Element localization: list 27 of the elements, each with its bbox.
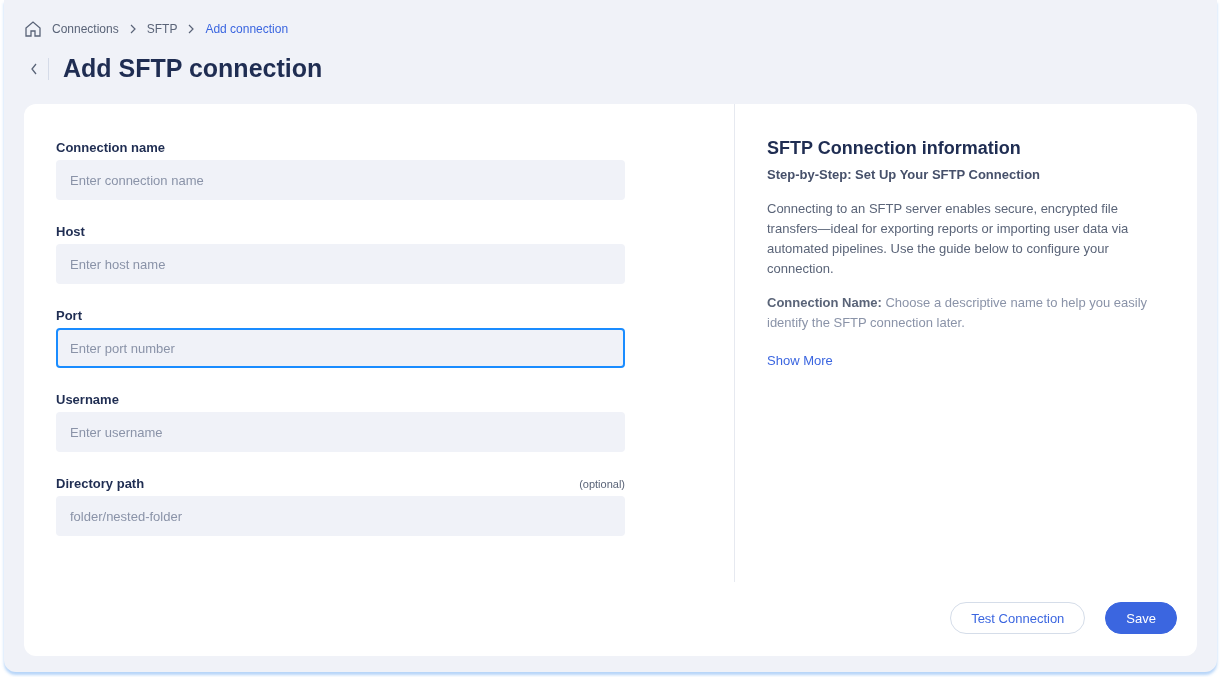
save-button[interactable]: Save <box>1105 602 1177 634</box>
home-icon[interactable] <box>24 20 42 38</box>
info-paragraph: Connection Name: Choose a descriptive name to help you easily identify the SFTP connection later. <box>767 294 1149 332</box>
field-label: Username <box>56 392 119 407</box>
input-field[interactable]: Enter username <box>56 412 625 452</box>
back-button[interactable] <box>30 57 49 80</box>
field-label: Port <box>56 308 82 323</box>
test-connection-button[interactable]: Test Connection <box>950 602 1086 634</box>
optional-hint: (optional) <box>579 478 625 490</box>
chevron-left-icon <box>30 62 38 75</box>
field-label: Connection name <box>56 140 166 155</box>
field-label: Directory path <box>56 476 145 491</box>
show-more-link[interactable]: Show More <box>767 353 833 368</box>
page-title: Add SFTP connection <box>63 54 323 83</box>
breadcrumb-link[interactable]: Connections <box>52 22 119 36</box>
input-field[interactable]: Enter port number <box>56 328 625 368</box>
breadcrumb-link[interactable]: Add connection <box>205 22 289 36</box>
info-subtitle: Step-by-Step: Set Up Your SFTP Connection <box>767 167 1041 182</box>
input-field[interactable]: Enter host name <box>56 244 625 284</box>
chevron-right-icon <box>128 24 137 34</box>
info-paragraph: Connecting to an SFTP server enables secure, encrypted file transfers—ideal for exporting reports or importing user data via automated pipelines. Use the guide below to configure your connection. <box>767 200 1130 278</box>
field-label: Host <box>56 224 85 239</box>
input-field[interactable]: folder/nested-folder <box>56 496 625 536</box>
info-title: SFTP Connection information <box>767 138 1022 159</box>
breadcrumb-link[interactable]: SFTP <box>146 22 178 36</box>
chevron-right-icon <box>187 24 196 34</box>
input-field[interactable]: Enter connection name <box>56 160 625 200</box>
